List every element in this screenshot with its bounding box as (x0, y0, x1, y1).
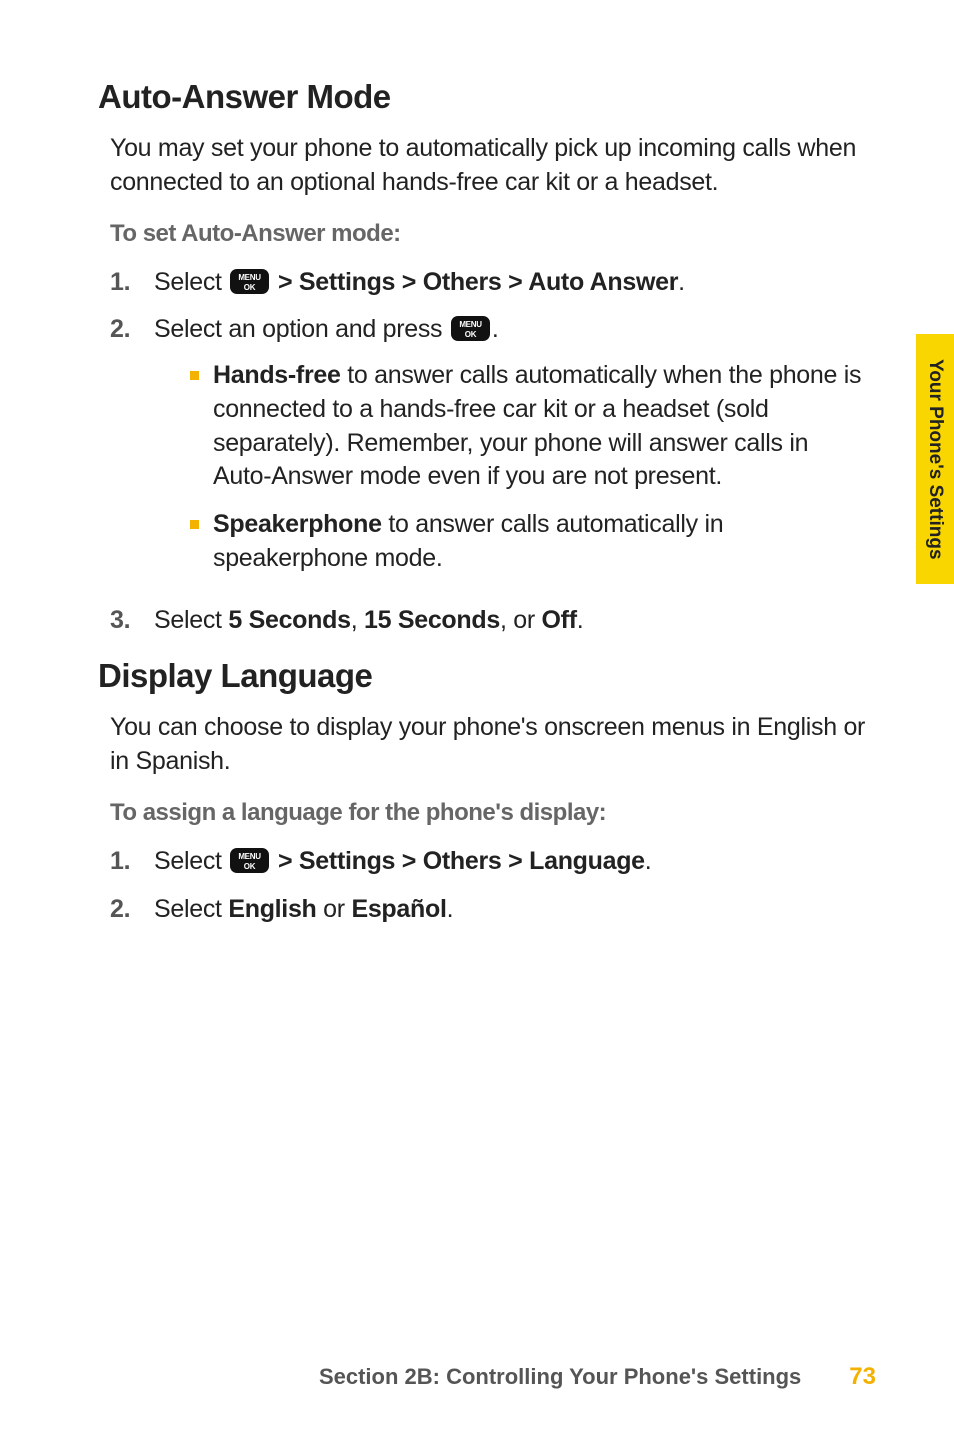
list-item: 1. Select MENUOK > Settings > Others > A… (110, 266, 866, 300)
step-text-bold: > Settings > Others > Auto Answer (271, 268, 678, 296)
bullet-body: Hands-free to answer calls automatically… (213, 359, 866, 494)
step-text: Select (154, 847, 228, 875)
step-mid: , or (500, 606, 542, 634)
list-item: 3. Select 5 Seconds, 15 Seconds, or Off. (110, 604, 866, 638)
svg-text:MENU: MENU (239, 273, 262, 282)
step-text-end: . (678, 268, 685, 296)
step-text-end: . (645, 847, 652, 875)
svg-text:OK: OK (465, 330, 477, 339)
list-item: Hands-free to answer calls automatically… (190, 359, 866, 494)
step-bold: Español (351, 895, 446, 923)
step-bold: 15 Seconds (364, 606, 500, 634)
list-item: 2. Select an option and press MENUOK. Ha… (110, 313, 866, 589)
step-bold: Off (542, 606, 577, 634)
auto-answer-subheading: To set Auto-Answer mode: (110, 220, 866, 248)
step-body: Select an option and press MENUOK. Hands… (154, 313, 866, 589)
auto-answer-steps: 1. Select MENUOK > Settings > Others > A… (110, 266, 866, 638)
step-text-end: . (492, 315, 499, 343)
step-text: Select an option and press (154, 315, 449, 343)
bullet-icon (190, 520, 199, 529)
svg-text:MENU: MENU (459, 320, 482, 329)
step-bold: English (228, 895, 316, 923)
step-end: . (447, 895, 454, 923)
heading-auto-answer: Auto-Answer Mode (98, 78, 866, 116)
sub-bullets: Hands-free to answer calls automatically… (190, 359, 866, 576)
footer-page-number: 73 (849, 1363, 876, 1391)
page-content: Auto-Answer Mode You may set your phone … (0, 0, 954, 926)
step-number: 3. (110, 604, 154, 638)
bullet-icon (190, 371, 199, 380)
svg-text:MENU: MENU (239, 852, 262, 861)
list-item: 1. Select MENUOK > Settings > Others > L… (110, 845, 866, 879)
step-text: Select (154, 606, 228, 634)
step-body: Select 5 Seconds, 15 Seconds, or Off. (154, 604, 866, 638)
display-language-intro: You can choose to display your phone's o… (110, 711, 866, 779)
display-language-steps: 1. Select MENUOK > Settings > Others > L… (110, 845, 866, 927)
bullet-bold: Speakerphone (213, 510, 382, 538)
bullet-bold: Hands-free (213, 361, 341, 389)
list-item: 2. Select English or Español. (110, 893, 866, 927)
heading-display-language: Display Language (98, 657, 866, 695)
step-number: 2. (110, 893, 154, 927)
bullet-body: Speakerphone to answer calls automatical… (213, 508, 866, 576)
svg-text:OK: OK (244, 862, 256, 871)
svg-text:OK: OK (244, 283, 256, 292)
auto-answer-intro: You may set your phone to automatically … (110, 132, 866, 200)
menu-ok-icon: MENUOK (230, 269, 269, 294)
page-footer: Section 2B: Controlling Your Phone's Set… (98, 1363, 876, 1391)
step-text: Select (154, 895, 228, 923)
menu-ok-icon: MENUOK (230, 848, 269, 873)
step-text-bold: > Settings > Others > Language (271, 847, 644, 875)
step-number: 1. (110, 266, 154, 300)
step-text: Select (154, 268, 228, 296)
step-body: Select MENUOK > Settings > Others > Lang… (154, 845, 866, 879)
step-number: 1. (110, 845, 154, 879)
display-language-subheading: To assign a language for the phone's dis… (110, 799, 866, 827)
step-mid: , (351, 606, 364, 634)
step-end: . (577, 606, 584, 634)
step-body: Select English or Español. (154, 893, 866, 927)
vertical-tab: Your Phone's Settings (916, 334, 954, 584)
step-bold: 5 Seconds (228, 606, 350, 634)
step-mid: or (317, 895, 352, 923)
step-number: 2. (110, 313, 154, 347)
footer-section-label: Section 2B: Controlling Your Phone's Set… (319, 1364, 801, 1390)
vertical-tab-label: Your Phone's Settings (924, 359, 946, 560)
list-item: Speakerphone to answer calls automatical… (190, 508, 866, 576)
menu-ok-icon: MENUOK (451, 316, 490, 341)
step-body: Select MENUOK > Settings > Others > Auto… (154, 266, 866, 300)
